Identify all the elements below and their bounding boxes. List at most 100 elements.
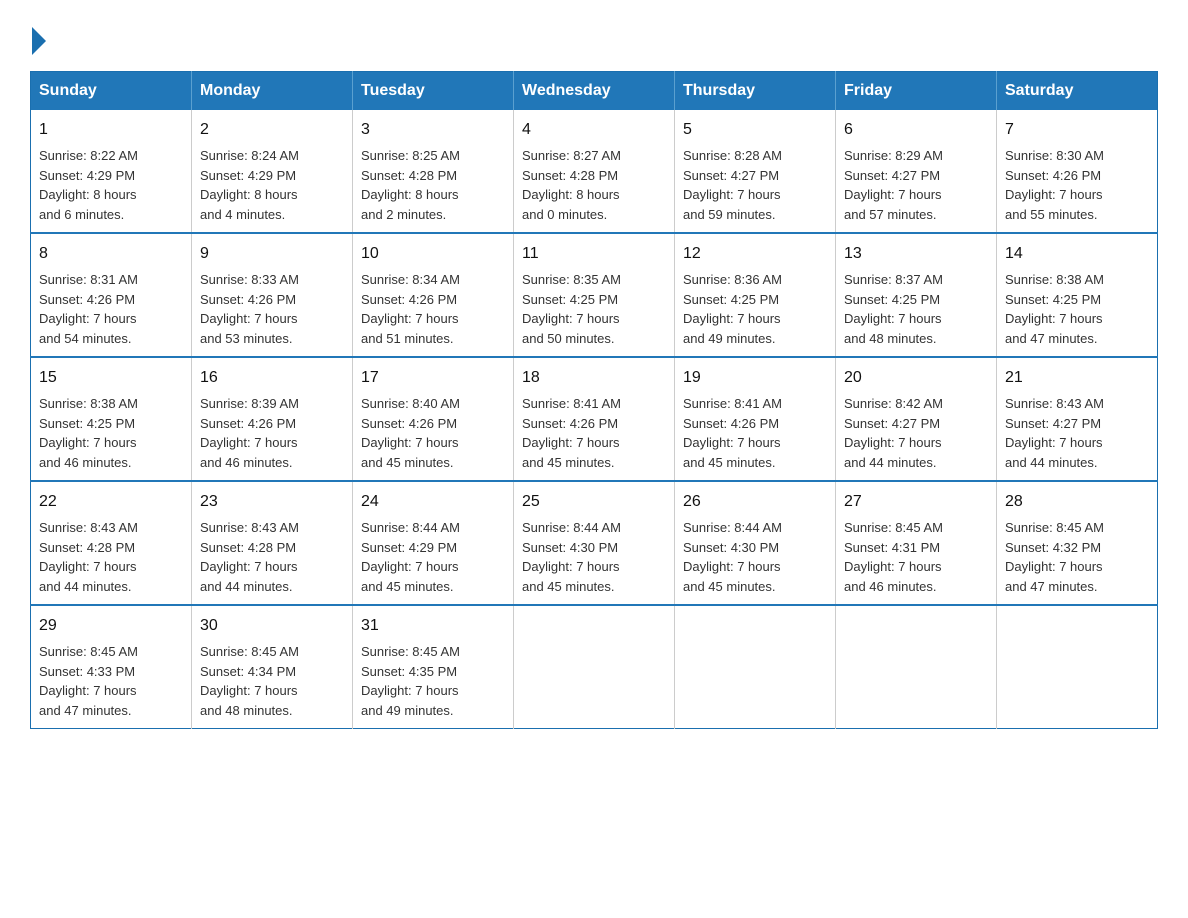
- day-header-thursday: Thursday: [675, 72, 836, 111]
- calendar-cell: 23Sunrise: 8:43 AMSunset: 4:28 PMDayligh…: [192, 481, 353, 605]
- week-row-4: 22 Sunrise: 8:43 AMSunset: 4:28 PMDayligh…: [31, 481, 1158, 605]
- day-number: 3: [361, 118, 505, 142]
- calendar-cell: 13Sunrise: 8:37 AMSunset: 4:25 PMDayligh…: [836, 233, 997, 357]
- day-info: Sunrise: 8:30 AMSunset: 4:26 PMDaylight:…: [1005, 148, 1104, 222]
- day-number: 2: [200, 118, 344, 142]
- calendar-cell: 24 Sunrise: 8:44 AMSunset: 4:29 PMDayligh…: [353, 481, 514, 605]
- day-info: Sunrise: 8:43 AMSunset: 4:28 PMDaylight:…: [200, 520, 299, 594]
- day-info: Sunrise: 8:29 AMSunset: 4:27 PMDaylight:…: [844, 148, 943, 222]
- calendar-cell: 2 Sunrise: 8:24 AMSunset: 4:29 PMDaylight…: [192, 110, 353, 233]
- day-number: 15: [39, 366, 183, 390]
- day-number: 11: [522, 242, 666, 266]
- day-number: 26: [683, 490, 827, 514]
- calendar-cell: 8 Sunrise: 8:31 AMSunset: 4:26 PMDaylight…: [31, 233, 192, 357]
- day-info: Sunrise: 8:39 AMSunset: 4:26 PMDaylight:…: [200, 396, 299, 470]
- day-number: 25: [522, 490, 666, 514]
- calendar-cell: 11 Sunrise: 8:35 AMSunset: 4:25 PMDayligh…: [514, 233, 675, 357]
- day-number: 29: [39, 614, 183, 638]
- calendar-cell: 15Sunrise: 8:38 AMSunset: 4:25 PMDayligh…: [31, 357, 192, 481]
- calendar-cell: 5Sunrise: 8:28 AMSunset: 4:27 PMDaylight…: [675, 110, 836, 233]
- day-info: Sunrise: 8:45 AMSunset: 4:34 PMDaylight:…: [200, 644, 299, 718]
- day-number: 30: [200, 614, 344, 638]
- day-number: 20: [844, 366, 988, 390]
- calendar-cell: 22 Sunrise: 8:43 AMSunset: 4:28 PMDayligh…: [31, 481, 192, 605]
- day-info: Sunrise: 8:35 AMSunset: 4:25 PMDaylight:…: [522, 272, 621, 346]
- day-header-monday: Monday: [192, 72, 353, 111]
- day-header-friday: Friday: [836, 72, 997, 111]
- days-header-row: SundayMondayTuesdayWednesdayThursdayFrid…: [31, 72, 1158, 111]
- day-info: Sunrise: 8:22 AMSunset: 4:29 PMDaylight:…: [39, 148, 138, 222]
- day-header-wednesday: Wednesday: [514, 72, 675, 111]
- day-number: 16: [200, 366, 344, 390]
- header: [30, 20, 1158, 51]
- calendar-cell: 21 Sunrise: 8:43 AMSunset: 4:27 PMDayligh…: [997, 357, 1158, 481]
- week-row-2: 8 Sunrise: 8:31 AMSunset: 4:26 PMDaylight…: [31, 233, 1158, 357]
- day-number: 17: [361, 366, 505, 390]
- day-number: 28: [1005, 490, 1149, 514]
- calendar-cell: 28Sunrise: 8:45 AMSunset: 4:32 PMDayligh…: [997, 481, 1158, 605]
- calendar-cell: 7 Sunrise: 8:30 AMSunset: 4:26 PMDaylight…: [997, 110, 1158, 233]
- day-info: Sunrise: 8:41 AMSunset: 4:26 PMDaylight:…: [683, 396, 782, 470]
- calendar-cell: 20 Sunrise: 8:42 AMSunset: 4:27 PMDayligh…: [836, 357, 997, 481]
- day-header-saturday: Saturday: [997, 72, 1158, 111]
- calendar-cell: 4 Sunrise: 8:27 AMSunset: 4:28 PMDaylight…: [514, 110, 675, 233]
- week-row-3: 15Sunrise: 8:38 AMSunset: 4:25 PMDayligh…: [31, 357, 1158, 481]
- day-number: 12: [683, 242, 827, 266]
- day-info: Sunrise: 8:24 AMSunset: 4:29 PMDaylight:…: [200, 148, 299, 222]
- day-number: 19: [683, 366, 827, 390]
- day-info: Sunrise: 8:34 AMSunset: 4:26 PMDaylight:…: [361, 272, 460, 346]
- calendar-cell: 6 Sunrise: 8:29 AMSunset: 4:27 PMDaylight…: [836, 110, 997, 233]
- calendar-table: SundayMondayTuesdayWednesdayThursdayFrid…: [30, 71, 1158, 729]
- day-info: Sunrise: 8:31 AMSunset: 4:26 PMDaylight:…: [39, 272, 138, 346]
- day-info: Sunrise: 8:44 AMSunset: 4:30 PMDaylight:…: [683, 520, 782, 594]
- calendar-cell: [514, 605, 675, 729]
- day-number: 27: [844, 490, 988, 514]
- day-info: Sunrise: 8:37 AMSunset: 4:25 PMDaylight:…: [844, 272, 943, 346]
- logo: [30, 25, 46, 51]
- day-info: Sunrise: 8:45 AMSunset: 4:35 PMDaylight:…: [361, 644, 460, 718]
- day-info: Sunrise: 8:44 AMSunset: 4:29 PMDaylight:…: [361, 520, 460, 594]
- week-row-5: 29 Sunrise: 8:45 AMSunset: 4:33 PMDayligh…: [31, 605, 1158, 729]
- day-info: Sunrise: 8:33 AMSunset: 4:26 PMDaylight:…: [200, 272, 299, 346]
- day-number: 10: [361, 242, 505, 266]
- calendar-cell: 31Sunrise: 8:45 AMSunset: 4:35 PMDayligh…: [353, 605, 514, 729]
- calendar-cell: 19 Sunrise: 8:41 AMSunset: 4:26 PMDayligh…: [675, 357, 836, 481]
- day-info: Sunrise: 8:45 AMSunset: 4:33 PMDaylight:…: [39, 644, 138, 718]
- day-info: Sunrise: 8:44 AMSunset: 4:30 PMDaylight:…: [522, 520, 621, 594]
- logo-arrow-icon: [32, 27, 46, 55]
- day-number: 22: [39, 490, 183, 514]
- calendar-cell: 3 Sunrise: 8:25 AMSunset: 4:28 PMDaylight…: [353, 110, 514, 233]
- calendar-cell: [675, 605, 836, 729]
- calendar-cell: 14 Sunrise: 8:38 AMSunset: 4:25 PMDayligh…: [997, 233, 1158, 357]
- day-number: 8: [39, 242, 183, 266]
- calendar-cell: 26 Sunrise: 8:44 AMSunset: 4:30 PMDayligh…: [675, 481, 836, 605]
- calendar-cell: 25 Sunrise: 8:44 AMSunset: 4:30 PMDayligh…: [514, 481, 675, 605]
- day-info: Sunrise: 8:36 AMSunset: 4:25 PMDaylight:…: [683, 272, 782, 346]
- day-header-tuesday: Tuesday: [353, 72, 514, 111]
- calendar-cell: [836, 605, 997, 729]
- day-number: 1: [39, 118, 183, 142]
- day-info: Sunrise: 8:38 AMSunset: 4:25 PMDaylight:…: [1005, 272, 1104, 346]
- calendar-cell: 16 Sunrise: 8:39 AMSunset: 4:26 PMDayligh…: [192, 357, 353, 481]
- day-number: 6: [844, 118, 988, 142]
- day-info: Sunrise: 8:43 AMSunset: 4:27 PMDaylight:…: [1005, 396, 1104, 470]
- calendar-cell: 17Sunrise: 8:40 AMSunset: 4:26 PMDayligh…: [353, 357, 514, 481]
- calendar-cell: 29 Sunrise: 8:45 AMSunset: 4:33 PMDayligh…: [31, 605, 192, 729]
- calendar-cell: 9 Sunrise: 8:33 AMSunset: 4:26 PMDaylight…: [192, 233, 353, 357]
- day-info: Sunrise: 8:42 AMSunset: 4:27 PMDaylight:…: [844, 396, 943, 470]
- day-number: 4: [522, 118, 666, 142]
- day-info: Sunrise: 8:28 AMSunset: 4:27 PMDaylight:…: [683, 148, 782, 222]
- day-header-sunday: Sunday: [31, 72, 192, 111]
- day-info: Sunrise: 8:27 AMSunset: 4:28 PMDaylight:…: [522, 148, 621, 222]
- calendar-cell: 30 Sunrise: 8:45 AMSunset: 4:34 PMDayligh…: [192, 605, 353, 729]
- day-number: 7: [1005, 118, 1149, 142]
- day-info: Sunrise: 8:25 AMSunset: 4:28 PMDaylight:…: [361, 148, 460, 222]
- day-number: 21: [1005, 366, 1149, 390]
- day-number: 9: [200, 242, 344, 266]
- day-number: 14: [1005, 242, 1149, 266]
- day-info: Sunrise: 8:43 AMSunset: 4:28 PMDaylight:…: [39, 520, 138, 594]
- week-row-1: 1 Sunrise: 8:22 AMSunset: 4:29 PMDaylight…: [31, 110, 1158, 233]
- day-number: 24: [361, 490, 505, 514]
- calendar-cell: 18Sunrise: 8:41 AMSunset: 4:26 PMDayligh…: [514, 357, 675, 481]
- calendar-cell: 12 Sunrise: 8:36 AMSunset: 4:25 PMDayligh…: [675, 233, 836, 357]
